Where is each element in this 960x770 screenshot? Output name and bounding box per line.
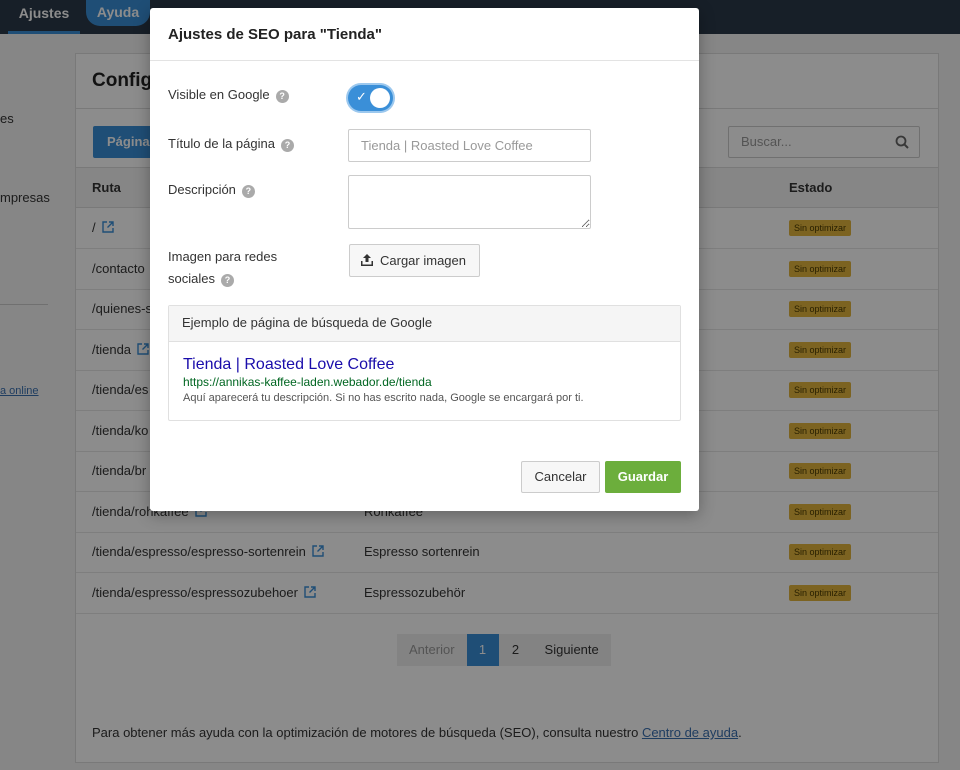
modal-title: Ajustes de SEO para "Tienda" bbox=[168, 26, 383, 43]
upload-icon bbox=[361, 254, 373, 266]
cancel-button[interactable]: Cancelar bbox=[521, 461, 600, 493]
image-label-line1: Imagen para redes bbox=[168, 249, 278, 264]
title-label-row: Título de la página? bbox=[168, 133, 294, 155]
check-icon: ✓ bbox=[356, 89, 367, 104]
visible-label: Visible en Google bbox=[168, 87, 270, 102]
divider bbox=[150, 60, 699, 61]
description-label-row: Descripción? bbox=[168, 179, 255, 201]
preview-description: Aquí aparecerá tu descripción. Si no has… bbox=[183, 392, 584, 404]
seo-settings-modal: Ajustes de SEO para "Tienda" Visible en … bbox=[150, 8, 699, 511]
help-icon[interactable]: ? bbox=[275, 90, 289, 103]
description-textarea[interactable] bbox=[348, 175, 591, 229]
upload-image-button[interactable]: Cargar imagen bbox=[349, 244, 480, 277]
toggle-knob bbox=[370, 88, 390, 108]
help-icon[interactable]: ? bbox=[220, 274, 234, 287]
visible-toggle[interactable]: ✓ bbox=[348, 85, 393, 111]
upload-button-label: Cargar imagen bbox=[380, 253, 466, 268]
page-title-input[interactable] bbox=[348, 129, 591, 162]
image-label-row: Imagen para redes sociales? bbox=[168, 246, 277, 290]
preview-title: Tienda | Roasted Love Coffee bbox=[183, 356, 395, 373]
preview-header: Ejemplo de página de búsqueda de Google bbox=[169, 306, 680, 342]
help-icon[interactable]: ? bbox=[280, 139, 294, 152]
description-label: Descripción bbox=[168, 182, 236, 197]
google-preview: Ejemplo de página de búsqueda de Google … bbox=[168, 305, 681, 421]
preview-url: https://annikas-kaffee-laden.webador.de/… bbox=[183, 375, 432, 389]
help-icon[interactable]: ? bbox=[241, 185, 255, 198]
image-label-line2: sociales bbox=[168, 271, 215, 286]
page-title-label: Título de la página bbox=[168, 136, 275, 151]
visible-label-row: Visible en Google? bbox=[168, 84, 289, 106]
save-button[interactable]: Guardar bbox=[605, 461, 681, 493]
